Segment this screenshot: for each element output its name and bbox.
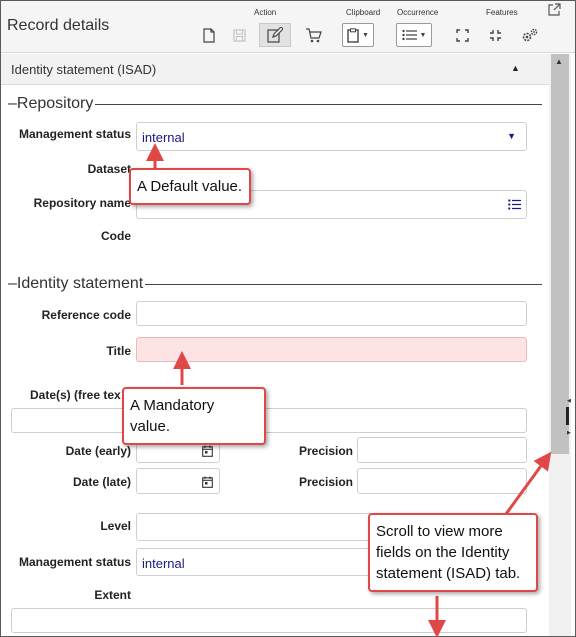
precision-early-label: Precision [298,444,353,458]
panel-title: Record details [7,17,110,34]
dataset-label: Dataset [87,162,131,176]
level-label: Level [100,519,131,533]
isad-section-header[interactable]: Identity statement (ISAD) ▲ [1,54,549,85]
scroll-right-arrow-icon: ▶ [567,430,571,436]
chevron-down-icon: ▼ [507,131,516,141]
occurrence-group-label: Occurrence [397,8,439,17]
save-icon[interactable] [229,23,249,47]
new-document-icon[interactable] [199,23,219,47]
date-late-field[interactable] [136,468,220,494]
code-label: Code [101,229,131,243]
calendar-icon[interactable] [202,445,213,460]
scroll-left-arrow-icon: ◀ [567,398,571,404]
clipboard-dropdown[interactable]: ▼ [342,23,374,47]
extent-field[interactable] [11,608,527,633]
clipboard-icon [347,27,359,43]
list-icon [401,29,417,41]
management-status-label-2: Management status [18,555,131,569]
collapse-icon[interactable] [485,23,505,47]
title-field[interactable] [136,337,527,362]
extent-label: Extent [94,588,131,602]
features-group-label: Features [486,8,518,17]
occurrence-dropdown[interactable]: ▼ [396,23,432,47]
precision-late-label: Precision [298,475,353,489]
cart-icon[interactable] [302,23,324,47]
reference-code-field[interactable] [136,301,527,326]
edit-icon[interactable] [259,23,291,47]
calendar-icon[interactable] [202,476,213,491]
action-group-label: Action [254,8,277,17]
precision-late-field[interactable] [357,468,527,494]
default-value-callout: A Default value. [129,168,251,205]
identity-legend: –Identity statement [8,275,146,293]
date-late-label: Date (late) [72,475,131,489]
dates-free-text-field[interactable] [11,408,527,433]
clipboard-group-label: Clipboard [346,8,381,17]
popout-icon[interactable] [547,3,563,19]
section-title: Identity statement (ISAD) [11,62,157,77]
settings-icon[interactable] [519,23,541,47]
splitter-handle[interactable] [566,407,569,425]
scroll-up-icon[interactable]: ▲ [555,57,563,66]
lookup-list-icon[interactable] [508,198,521,213]
scrollbar-thumb[interactable] [551,54,569,454]
title-label: Title [106,344,131,358]
repository-legend: –Repository [8,95,96,113]
toolbar: Record details Action Clipboard Occurren… [1,1,575,53]
precision-early-field[interactable] [357,437,527,463]
management-status-select[interactable]: internal ▼ [136,122,527,151]
repository-name-label: Repository name [33,196,131,210]
management-status-label: Management status [18,127,131,141]
mandatory-value-callout: A Mandatory value. [122,387,266,445]
collapse-section-icon[interactable]: ▲ [511,63,520,73]
reference-code-label: Reference code [41,308,131,322]
dates-free-text-label: Date(s) (free tex [30,388,121,402]
date-early-label: Date (early) [65,444,131,458]
expand-icon[interactable] [452,23,472,47]
scroll-callout: Scroll to view more fields on the Identi… [368,513,538,592]
